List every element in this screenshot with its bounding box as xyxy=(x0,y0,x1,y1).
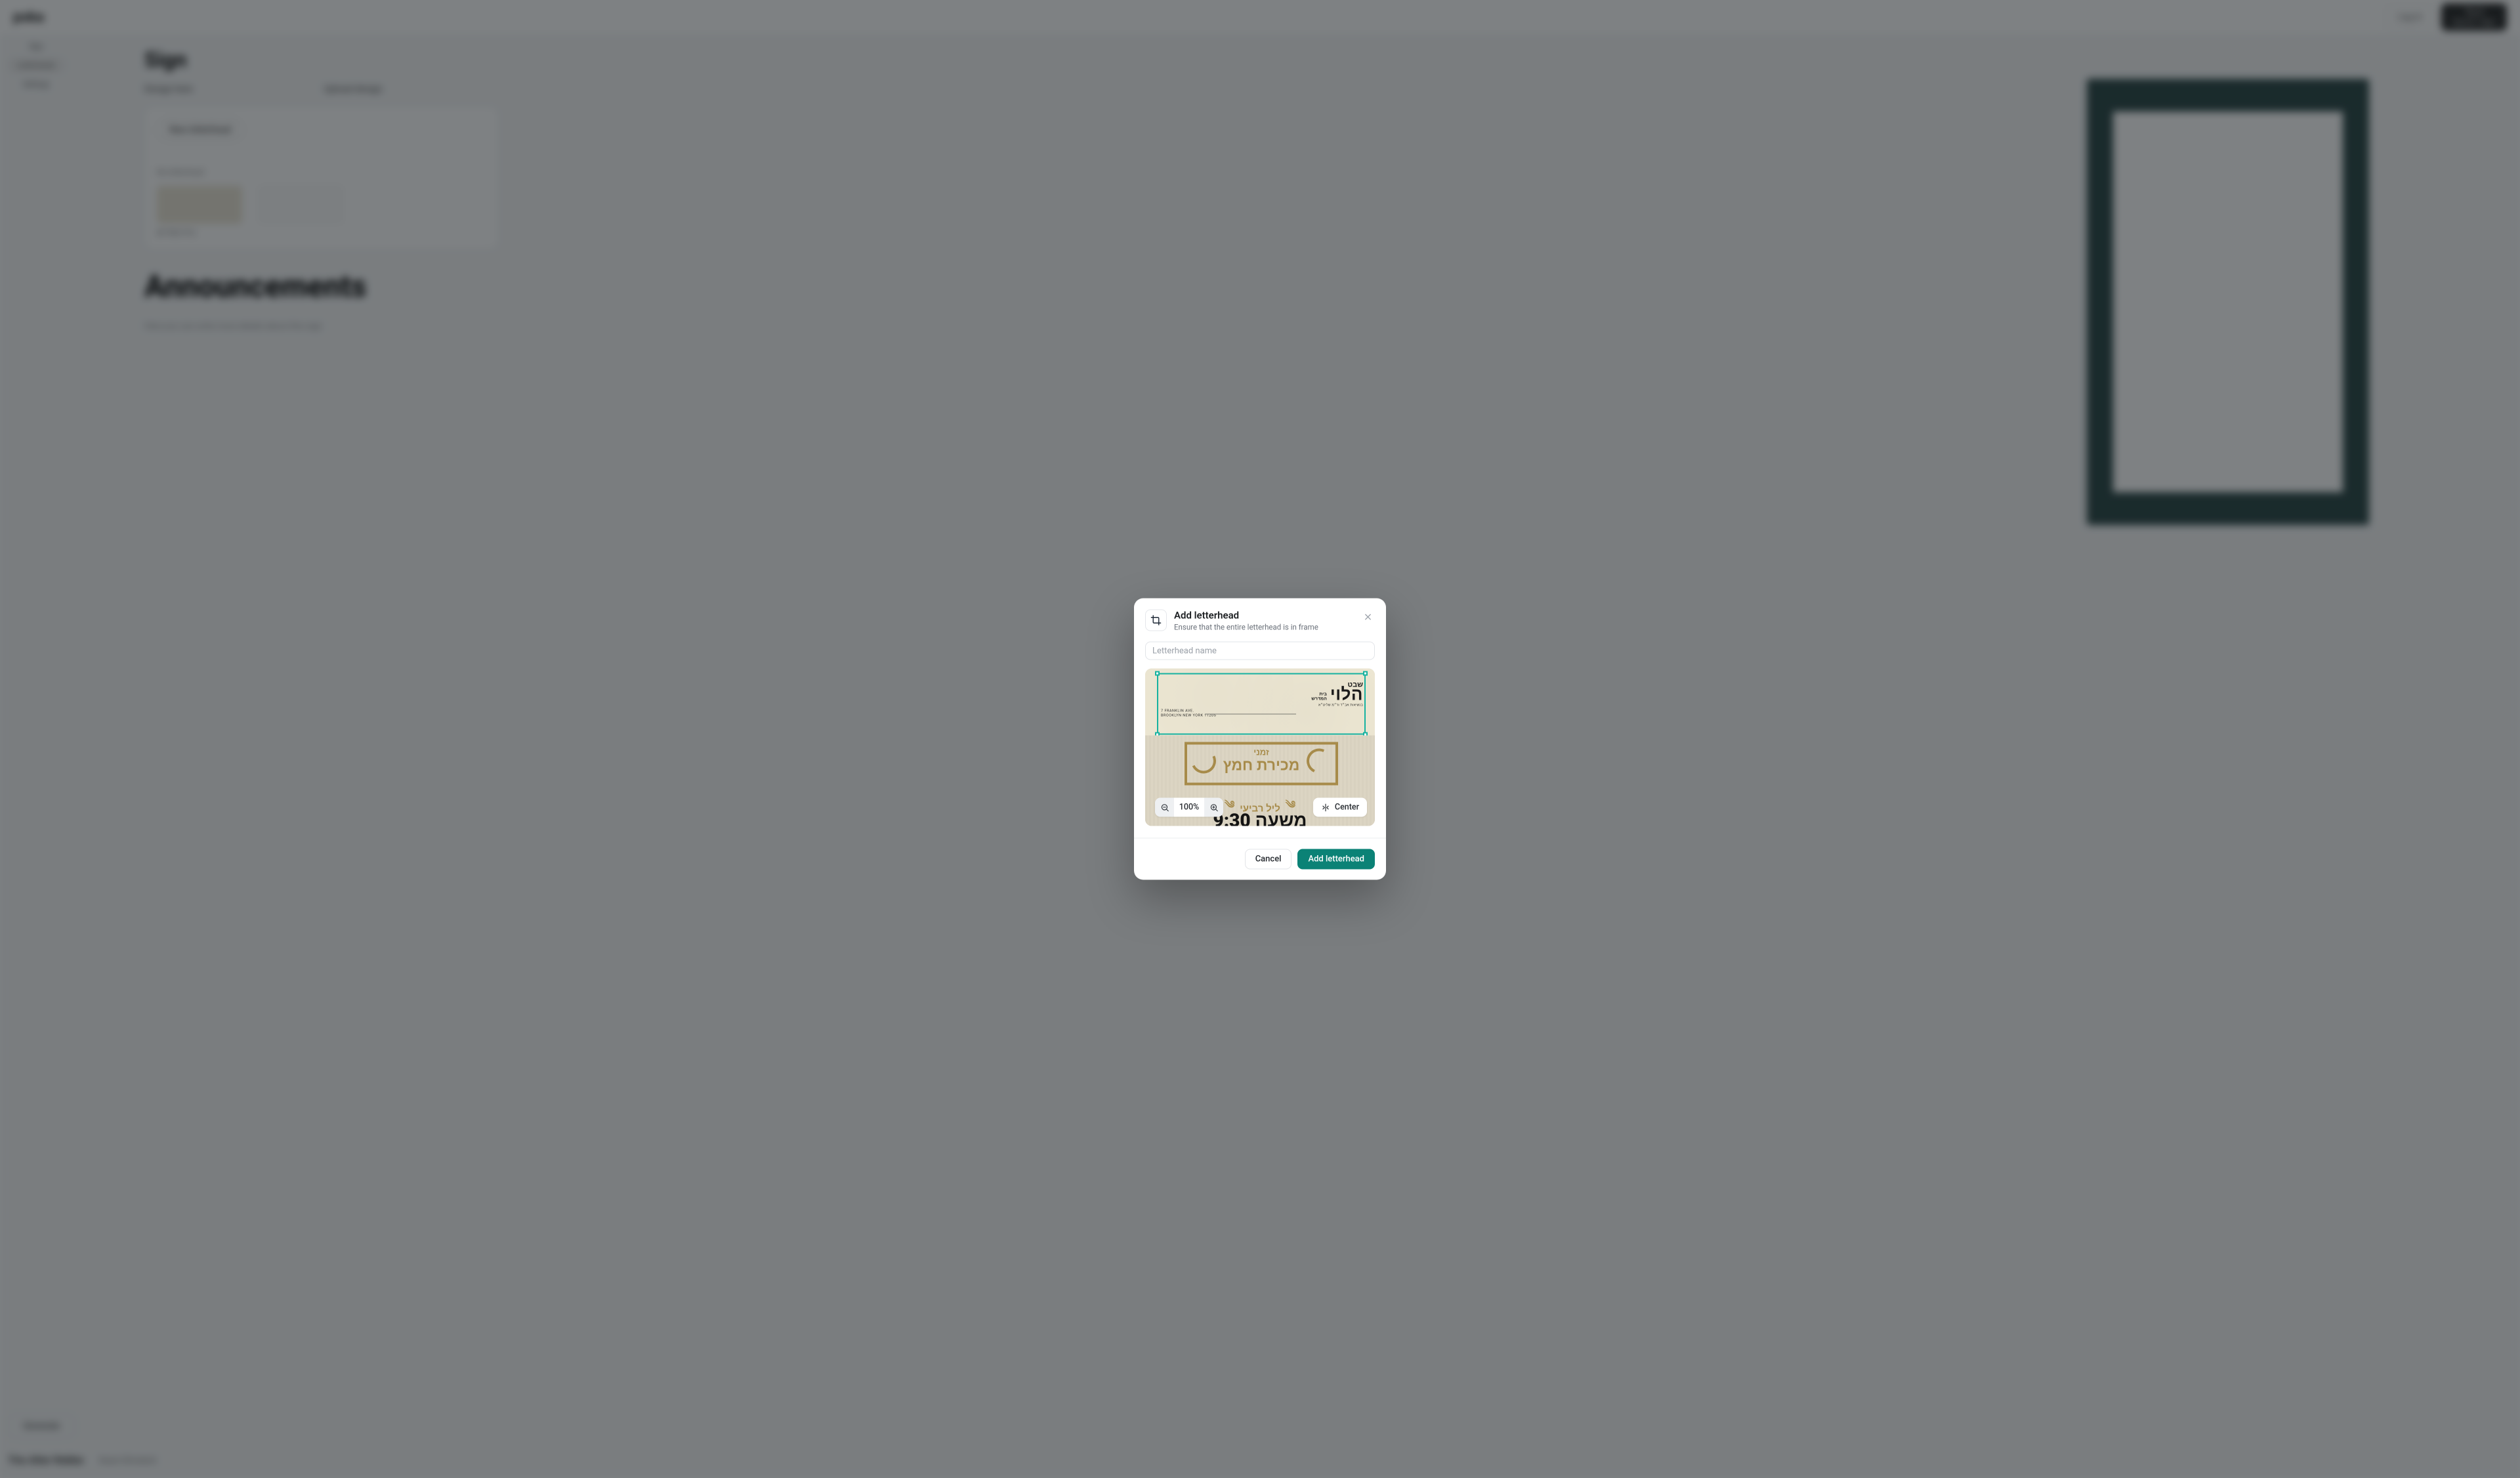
zoom-in-button[interactable] xyxy=(1204,798,1223,817)
crop-handle-top-right[interactable] xyxy=(1363,671,1368,676)
zoom-control: 100% xyxy=(1155,798,1223,817)
cancel-button[interactable]: Cancel xyxy=(1245,849,1292,870)
crop-icon xyxy=(1145,610,1167,631)
crop-selection[interactable] xyxy=(1157,673,1366,735)
close-icon xyxy=(1363,612,1373,622)
letterhead-name-input[interactable] xyxy=(1145,642,1375,660)
modal-footer: Cancel Add letterhead xyxy=(1134,838,1386,880)
center-button[interactable]: Center xyxy=(1313,798,1367,817)
zoom-value: 100% xyxy=(1174,798,1204,817)
stage-gold-banner: זמני מכירת חמץ xyxy=(1185,742,1338,786)
modal-title: Add letterhead xyxy=(1174,610,1318,622)
zoom-in-icon xyxy=(1209,803,1219,812)
center-button-label: Center xyxy=(1335,803,1359,813)
zoom-out-icon xyxy=(1160,803,1169,812)
confirm-add-letterhead-button[interactable]: Add letterhead xyxy=(1297,849,1375,870)
close-button[interactable] xyxy=(1359,608,1376,625)
crop-handle-top-left[interactable] xyxy=(1155,671,1160,676)
modal-subtitle: Ensure that the entire letterhead is in … xyxy=(1174,623,1318,632)
zoom-out-button[interactable] xyxy=(1155,798,1174,817)
center-icon xyxy=(1321,803,1330,812)
add-letterhead-modal: Add letterhead Ensure that the entire le… xyxy=(1134,599,1386,880)
stage-banner-line2: מכירת חמץ xyxy=(1187,757,1335,774)
crop-stage[interactable]: בית המדרש שבט הלוי בנשיאות אב״ד ור״מ שלי… xyxy=(1145,669,1375,826)
